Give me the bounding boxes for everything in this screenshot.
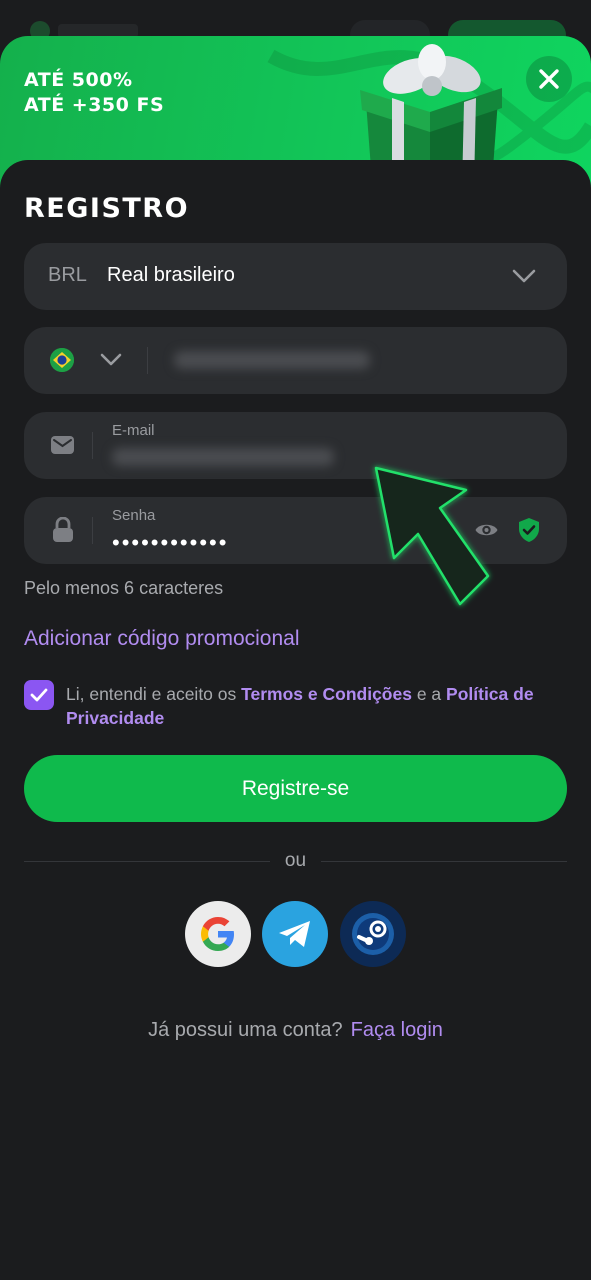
terms-text: Li, entendi e aceito os Termos e Condiçõ…	[66, 682, 566, 730]
country-chevron-down-icon[interactable]	[100, 353, 122, 367]
google-login-button[interactable]	[185, 901, 251, 967]
password-label: Senha	[112, 507, 156, 524]
password-separator	[92, 517, 93, 544]
login-link[interactable]: Faça login	[351, 1019, 443, 1041]
terms-link[interactable]: Termos e Condições	[241, 684, 412, 704]
brazil-flag-icon	[50, 348, 74, 372]
page-title: REGISTRO	[24, 193, 190, 224]
email-label: E-mail	[112, 422, 155, 439]
divider-or-text: ou	[284, 850, 307, 871]
steam-icon	[352, 913, 394, 955]
google-icon	[201, 917, 234, 951]
telegram-login-button[interactable]	[262, 901, 328, 967]
register-button[interactable]: Registre-se	[24, 755, 567, 822]
login-prompt: Já possui uma conta? Faça login	[0, 1019, 591, 1042]
close-icon	[539, 69, 559, 89]
phone-field[interactable]	[24, 327, 567, 394]
currency-code: BRL	[48, 264, 87, 286]
checkmark-icon	[30, 688, 48, 702]
password-hint: Pelo menos 6 caracteres	[24, 578, 224, 598]
phone-separator	[147, 347, 148, 374]
shield-check-icon	[519, 518, 539, 542]
terms-prefix: Li, entendi e aceito os	[66, 684, 242, 704]
email-value-blurred	[112, 448, 334, 466]
bonus-line-2: ATÉ +350 FS	[24, 94, 165, 116]
chevron-down-icon	[512, 269, 536, 283]
terms-checkbox[interactable]	[24, 680, 54, 710]
add-promo-code-link[interactable]: Adicionar código promocional	[24, 627, 300, 651]
currency-name: Real brasileiro	[107, 264, 235, 286]
login-prompt-text: Já possui uma conta?	[148, 1019, 343, 1041]
password-value: ••••••••••••	[112, 530, 229, 555]
currency-select[interactable]: BRL Real brasileiro	[24, 243, 567, 310]
bonus-line-1: ATÉ 500%	[24, 69, 133, 91]
steam-login-button[interactable]	[340, 901, 406, 967]
phone-value-blurred	[174, 351, 370, 369]
email-separator	[92, 432, 93, 459]
telegram-icon	[279, 921, 310, 947]
close-button[interactable]	[526, 56, 572, 102]
lock-icon	[53, 517, 73, 542]
pointer-arrow-icon	[374, 466, 490, 606]
terms-middle: e a	[411, 684, 447, 704]
mail-icon	[51, 436, 74, 454]
bonus-text: ATÉ 500% ATÉ +350 FS	[24, 68, 164, 118]
